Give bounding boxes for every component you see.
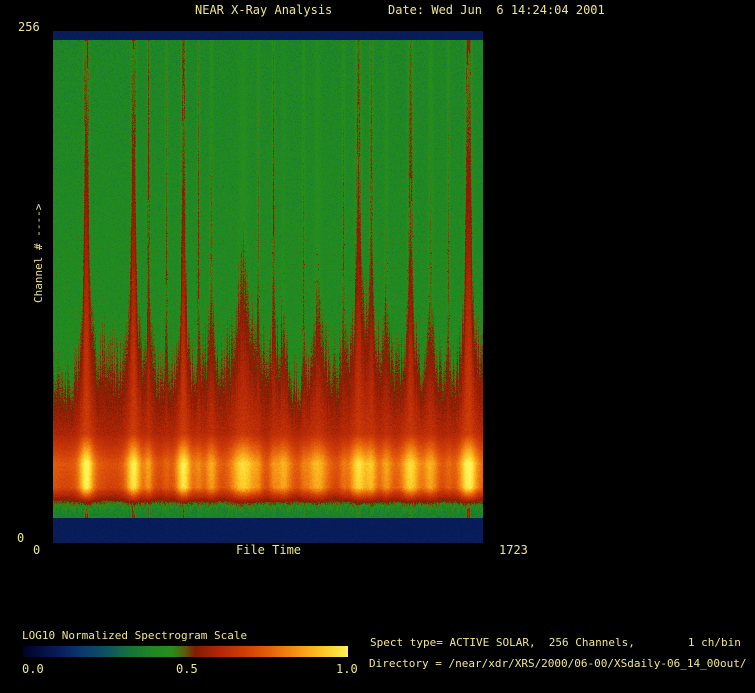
colorbar-canvas xyxy=(23,646,348,657)
x-axis-min-label: 0 xyxy=(33,543,41,557)
spect-info-line: Spect type= ACTIVE SOLAR, 256 Channels, … xyxy=(370,636,741,649)
colorbar-tick-max: 1.0 xyxy=(336,662,358,676)
x-axis-label: File Time xyxy=(236,543,302,557)
colorbar-tick-min: 0.0 xyxy=(22,662,44,676)
colorbar-tick-mid: 0.5 xyxy=(176,662,198,676)
spectrogram-canvas xyxy=(53,31,483,543)
date-label: Date: Wed Jun 6 14:24:04 2001 xyxy=(388,3,605,17)
directory-info-line: Directory = /near/xdr/XRS/2000/06-00/XSd… xyxy=(369,657,747,670)
colorbar-title: LOG10 Normalized Spectrogram Scale xyxy=(22,629,248,642)
page-title: NEAR X-Ray Analysis xyxy=(195,3,333,17)
y-axis-label: Channel # ----> xyxy=(32,203,45,303)
y-axis-max-label: 256 xyxy=(18,20,40,34)
x-axis-max-label: 1723 xyxy=(499,543,528,557)
y-axis-min-label: 0 xyxy=(17,531,25,545)
